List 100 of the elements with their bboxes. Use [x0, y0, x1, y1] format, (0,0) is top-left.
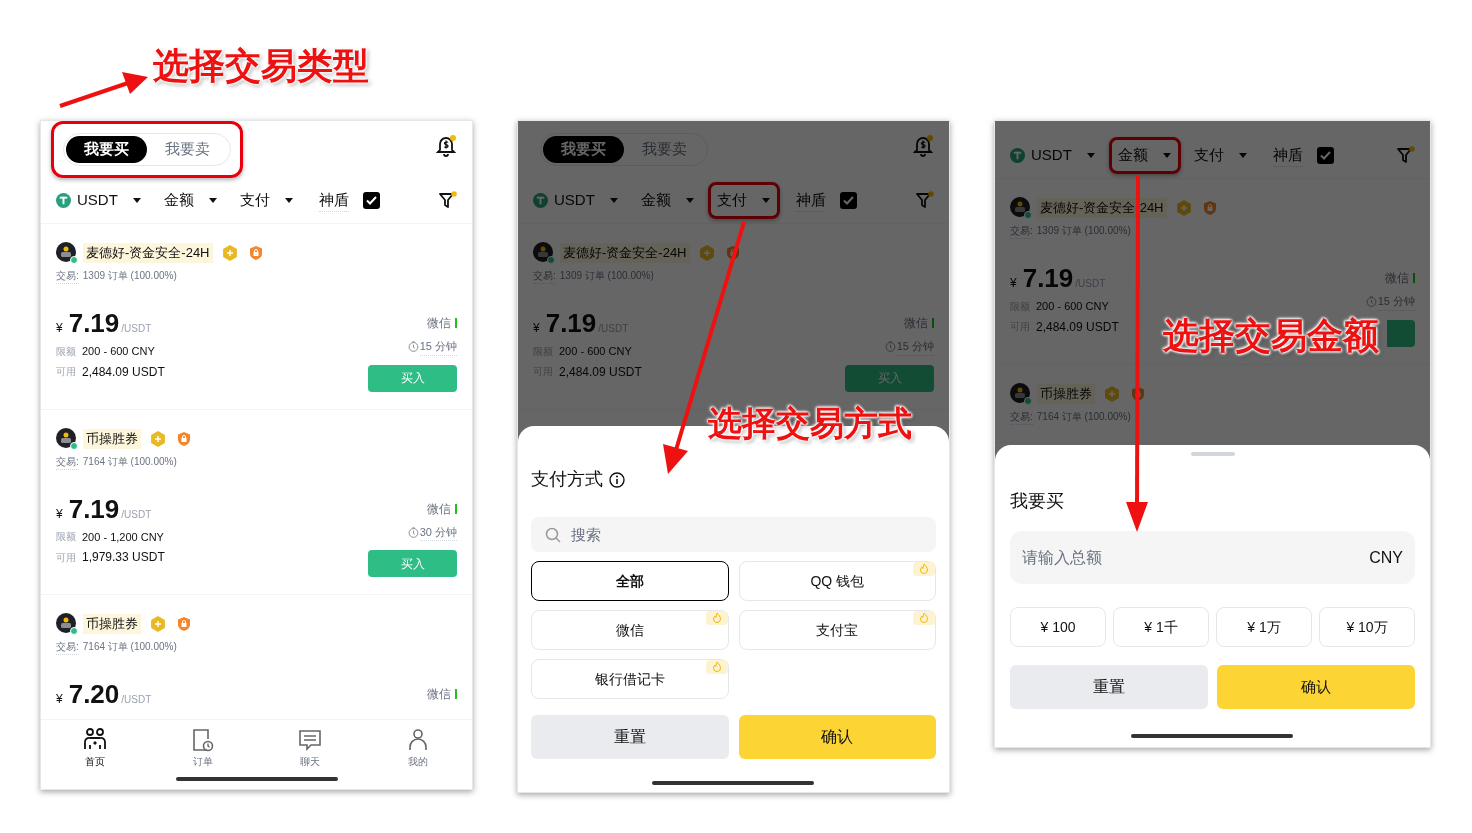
timer-icon — [884, 341, 896, 353]
verified-badge-icon — [698, 245, 715, 261]
quick-amount-chip[interactable]: ¥ 100 — [1010, 607, 1106, 647]
filter-icon — [916, 191, 934, 210]
avatar-icon — [1010, 197, 1032, 219]
nav-tab[interactable]: 聊天 — [256, 728, 365, 769]
filter-dropdown[interactable]: USDT — [56, 189, 142, 212]
notification-bell-icon — [913, 135, 933, 157]
merchant-name[interactable]: 币操胜券 — [83, 428, 141, 449]
reset-button[interactable]: 重置 — [531, 715, 729, 759]
shield-checkbox[interactable] — [1316, 147, 1334, 164]
quick-amount-chip[interactable]: ¥ 1千 — [1113, 607, 1209, 647]
trade-type-tab[interactable]: 我要买 — [66, 136, 147, 163]
quick-amount-chip[interactable]: ¥ 10万 — [1319, 607, 1415, 647]
sheet-handle[interactable] — [1190, 452, 1235, 456]
trades-count: 7164 订单 (100.00%) — [82, 640, 177, 654]
shield-label: 神盾 — [795, 188, 826, 213]
filter-dropdown[interactable]: 金额 — [640, 189, 695, 212]
lock-badge-icon — [177, 431, 191, 446]
limit-value: 200 - 1,200 CNY — [82, 529, 164, 545]
timer-icon — [407, 526, 419, 538]
payment-method: 微信 — [427, 315, 451, 332]
currency-symbol: ¥ — [56, 320, 63, 337]
nav-tab[interactable]: 首页 — [41, 728, 149, 769]
merchant-name[interactable]: 币操胜券 — [83, 614, 141, 634]
caret-icon — [283, 197, 294, 204]
filter-dropdown[interactable]: 金额 — [163, 189, 218, 212]
currency-symbol: ¥ — [1010, 275, 1017, 292]
notification-bell-icon — [436, 135, 456, 157]
limit-value: 200 - 600 CNY — [82, 344, 155, 359]
payment-option[interactable]: QQ 钱包 — [738, 561, 936, 601]
coin-icon — [1010, 148, 1025, 163]
lock-badge-icon — [1202, 201, 1217, 215]
filter-dropdown[interactable]: 支付 — [1193, 144, 1248, 167]
lock-badge-icon — [177, 617, 191, 631]
price: 7.19 — [68, 308, 120, 338]
caret-icon — [1161, 152, 1172, 159]
price: 7.19 — [68, 493, 120, 524]
sheet-title: 支付方式 — [531, 468, 603, 491]
payment-option[interactable]: 微信 — [531, 610, 729, 650]
available-value: 2,484.09 USDT — [82, 363, 165, 381]
search-icon — [545, 527, 561, 543]
verified-badge-icon — [150, 616, 166, 632]
caret-icon — [207, 197, 218, 204]
caret-icon — [684, 197, 695, 204]
available-value: 2,484.09 USDT — [559, 363, 642, 381]
payment-option[interactable]: 银行借记卡 — [531, 659, 729, 699]
price-unit: /USDT — [121, 507, 152, 522]
available-label: 可用 — [56, 365, 76, 379]
filter-dropdown[interactable]: USDT — [1010, 144, 1096, 167]
avatar-icon — [533, 242, 555, 264]
lock-badge-icon — [725, 246, 740, 260]
nav-tab[interactable]: 订单 — [148, 728, 257, 769]
payment-option[interactable]: 全部 — [531, 561, 729, 601]
verified-badge-icon — [1104, 385, 1120, 402]
quick-amount-chip[interactable]: ¥ 1万 — [1216, 607, 1312, 647]
coin-icon — [533, 193, 548, 208]
search-field[interactable]: 搜索 — [531, 517, 936, 552]
filter-dropdown[interactable]: 支付 — [716, 189, 771, 212]
sheet-title: 我要买 — [1010, 490, 1065, 513]
avatar-icon — [56, 427, 78, 450]
trade-type-tab[interactable]: 我要卖 — [147, 136, 228, 163]
reset-button[interactable]: 重置 — [1010, 665, 1208, 709]
filter-dropdown[interactable]: 支付 — [239, 189, 294, 212]
filter-dropdown[interactable]: 金额 — [1117, 144, 1172, 167]
shield-checkbox[interactable] — [362, 192, 380, 209]
price-unit: /USDT — [121, 693, 152, 707]
trades-count: 1309 订单 (100.00%) — [82, 269, 177, 283]
price: 7.19 — [545, 308, 597, 338]
filter-icon — [439, 191, 457, 210]
currency-symbol: ¥ — [533, 320, 540, 337]
timer-icon — [1365, 296, 1377, 308]
limit-value: 200 - 600 CNY — [1036, 299, 1109, 314]
limit-value: 200 - 600 CNY — [559, 344, 632, 359]
avatar-icon — [56, 613, 78, 635]
home-icon — [82, 728, 107, 752]
verified-badge-icon — [150, 430, 166, 447]
caret-icon — [1085, 152, 1096, 159]
orders-icon — [190, 728, 215, 752]
trades-label: 交易: — [56, 268, 79, 284]
filter-dropdown[interactable]: USDT — [533, 189, 619, 212]
annotation-label: 选择交易类型 — [153, 48, 369, 84]
price: 7.19 — [1022, 263, 1074, 293]
filter-icon — [1397, 146, 1415, 165]
available-label: 可用 — [56, 550, 76, 565]
shield-checkbox[interactable] — [839, 192, 857, 209]
nav-tab[interactable]: 我的 — [364, 728, 472, 769]
lock-badge-icon — [248, 246, 263, 260]
merchant-name[interactable]: 麦德好-资金安全-24H — [83, 243, 213, 263]
payment-option[interactable]: 支付宝 — [738, 610, 936, 650]
trades-label: 交易: — [56, 639, 79, 655]
avatar-icon — [56, 242, 78, 264]
timer-icon — [407, 341, 419, 353]
trade-type-tab[interactable]: 我要买 — [543, 136, 624, 163]
lock-badge-icon — [1131, 386, 1145, 401]
confirm-button[interactable]: 确认 — [738, 715, 936, 759]
verified-badge-icon — [1175, 200, 1192, 216]
available-value: 1,979.33 USDT — [82, 549, 165, 566]
confirm-button[interactable]: 确认 — [1217, 665, 1415, 709]
trades-label: 交易: — [56, 453, 79, 470]
